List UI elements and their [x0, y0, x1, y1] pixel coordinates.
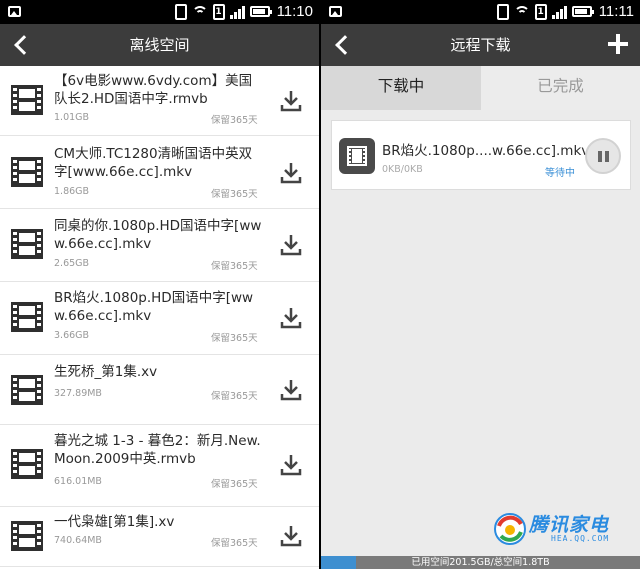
file-name: 一代枭雄[第1集].xv: [54, 514, 175, 530]
file-retention: 保留365天: [211, 115, 258, 126]
file-row[interactable]: 一代枭雄[第1集].xv 740.64MB 保留365天: [0, 507, 319, 567]
file-size: 1.01GB: [54, 112, 90, 123]
status-bar: 1 11:10: [0, 0, 319, 24]
film-icon: [8, 225, 46, 263]
file-size: 327.89MB: [54, 388, 102, 399]
film-icon: [8, 153, 46, 191]
file-size: 2.65GB: [54, 258, 90, 269]
download-icon[interactable]: [280, 306, 302, 330]
status-time: 11:10: [276, 3, 313, 20]
download-icon[interactable]: [280, 453, 302, 477]
file-retention: 保留365天: [211, 391, 258, 402]
storage-text: 已用空间201.5GB/总空间1.8TB: [411, 557, 550, 568]
film-icon: [8, 371, 46, 409]
storage-bar: 已用空间201.5GB/总空间1.8TB: [321, 556, 640, 569]
file-row[interactable]: 同桌的你.1080p.HD国语中字[www.66e.cc].mkv 2.65GB 保…: [0, 209, 319, 282]
title-bar: 离线空间: [0, 24, 319, 66]
film-icon: [8, 517, 46, 555]
file-name: 【6v电影www.6vdy.com】美国队长2.HD国语中字.rmvb: [54, 73, 253, 107]
battery-icon: [249, 6, 272, 17]
file-row[interactable]: 暮光之城 1-3 - 暮色2：新月.New.Moon.2009中英.rmvb 61…: [0, 425, 319, 507]
watermark: 腾讯家电 HEA.QQ.COM: [493, 510, 633, 550]
file-row[interactable]: CM大师.TC1280清晰国语中英双字[www.66e.cc].mkv 1.86G…: [0, 136, 319, 209]
tab-downloading[interactable]: 下载中: [321, 66, 481, 110]
file-size: 3.66GB: [54, 330, 90, 341]
file-size: 740.64MB: [54, 535, 102, 546]
task-status: 等待中: [545, 168, 575, 179]
title-bar: 远程下载: [321, 24, 640, 66]
download-icon[interactable]: [280, 89, 302, 113]
file-retention: 保留365天: [211, 333, 258, 344]
film-icon: [339, 138, 375, 174]
sim-icon: 1: [212, 3, 225, 20]
file-row[interactable]: 生死桥_第1集.xv 327.89MB 保留365天: [0, 355, 319, 425]
file-name: 同桌的你.1080p.HD国语中字[www.66e.cc].mkv: [54, 218, 262, 252]
signal-icon: [551, 5, 567, 19]
file-retention: 保留365天: [211, 189, 258, 200]
task-progress: 0KB/0KB: [382, 164, 423, 175]
download-task-card[interactable]: BR焰火.1080p....w.66e.cc].mkv 0KB/0KB 等待中: [331, 120, 631, 190]
download-icon[interactable]: [280, 161, 302, 185]
vibrate-icon: [174, 3, 187, 20]
file-name: BR焰火.1080p.HD国语中字[www.66e.cc].mkv: [54, 290, 254, 324]
download-icon[interactable]: [280, 378, 302, 402]
status-time: 11:11: [598, 3, 634, 20]
gallery-notification-icon: [8, 6, 21, 17]
tencent-logo-icon: [494, 513, 526, 545]
task-file-name: BR焰火.1080p....w.66e.cc].mkv: [382, 143, 590, 159]
file-retention: 保留365天: [211, 538, 258, 549]
sim-icon: 1: [534, 3, 547, 20]
film-icon: [8, 81, 46, 119]
film-icon: [8, 298, 46, 336]
file-row[interactable]: 【6v电影www.6vdy.com】美国队长2.HD国语中字.rmvb 1.01G…: [0, 66, 319, 136]
plus-icon[interactable]: [608, 34, 628, 54]
offline-space-screen: 1 11:10 离线空间 【6v电影www.6vdy.com】美国队长2.HD国…: [0, 0, 319, 569]
file-size: 1.86GB: [54, 186, 90, 197]
page-title: 远程下载: [450, 36, 511, 54]
download-icon[interactable]: [280, 233, 302, 257]
watermark-url: HEA.QQ.COM: [551, 534, 610, 543]
wifi-icon: [191, 4, 208, 20]
signal-icon: [229, 5, 245, 19]
download-tabs: 下载中 已完成: [321, 66, 640, 110]
vibrate-icon: [496, 3, 509, 20]
pause-icon[interactable]: [585, 138, 621, 174]
file-retention: 保留365天: [211, 479, 258, 490]
file-name: CM大师.TC1280清晰国语中英双字[www.66e.cc].mkv: [54, 146, 253, 180]
tab-completed[interactable]: 已完成: [481, 66, 640, 110]
film-icon: [8, 445, 46, 483]
page-title: 离线空间: [129, 36, 190, 54]
file-list: 【6v电影www.6vdy.com】美国队长2.HD国语中字.rmvb 1.01G…: [0, 66, 319, 567]
status-bar: 1 11:11: [321, 0, 640, 24]
file-size: 616.01MB: [54, 476, 102, 487]
file-row[interactable]: BR焰火.1080p.HD国语中字[www.66e.cc].mkv 3.66GB 保…: [0, 282, 319, 355]
remote-download-screen: 1 11:11 远程下载 下载中 已完成 BR焰火.1080p....w.66e…: [321, 0, 640, 569]
file-name: 暮光之城 1-3 - 暮色2：新月.New.Moon.2009中英.rmvb: [54, 433, 261, 467]
wifi-icon: [513, 4, 530, 20]
download-icon[interactable]: [280, 524, 302, 548]
watermark-brand: 腾讯家电: [529, 514, 610, 536]
battery-icon: [571, 6, 594, 17]
file-retention: 保留365天: [211, 261, 258, 272]
gallery-notification-icon: [329, 6, 342, 17]
file-name: 生死桥_第1集.xv: [54, 364, 158, 380]
